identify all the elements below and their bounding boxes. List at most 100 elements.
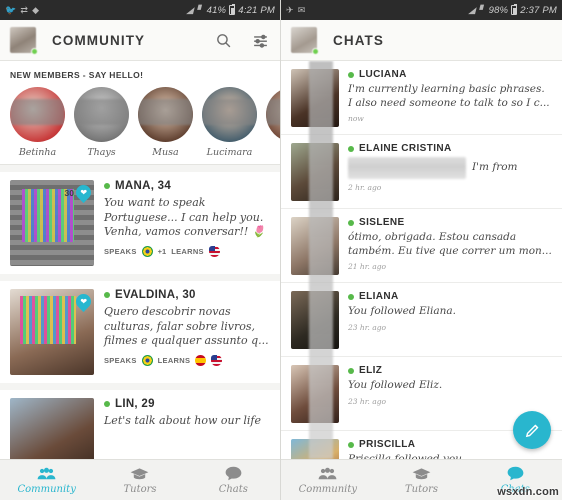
new-member-name: Betinha (18, 147, 57, 158)
new-members-heading: NEW MEMBERS - SAY HELLO! (10, 70, 144, 80)
person-card[interactable]: ❤ EVALDINA, 30 Quero descobrir novas cul… (0, 281, 280, 383)
online-dot-icon (31, 48, 38, 55)
online-status-icon (348, 145, 354, 152)
nav-item-tutors[interactable]: Tutors (375, 466, 469, 495)
status-notification-icons: ✈ ✉ (286, 5, 306, 16)
avatar[interactable] (291, 217, 339, 275)
page-title: COMMUNITY (52, 32, 146, 48)
user-avatar[interactable] (10, 27, 38, 55)
wifi-icon: ◢ (468, 4, 476, 15)
brazil-flag-icon (141, 245, 153, 257)
battery-icon (511, 4, 518, 15)
avatar[interactable] (291, 69, 339, 127)
graduation-cap-icon (375, 466, 469, 483)
speaks-label: SPEAKS (104, 355, 137, 365)
status-system-icons: ◢ ▘ 41% 4:21 PM (186, 4, 275, 16)
bottom-nav-left: Community Tutors Chats (0, 459, 280, 500)
speech-bubble-icon (187, 466, 280, 483)
new-member-item[interactable]: Betinha (10, 87, 65, 158)
privacy-blur (202, 99, 257, 126)
person-name: EVALDINA, 30 (115, 289, 196, 301)
privacy-pixelation (20, 295, 76, 345)
heart-icon[interactable]: ❤ (72, 290, 94, 313)
status-bar-right: ✈ ✉ ◢ ▘ 98% 2:37 PM (281, 0, 562, 20)
brazil-flag-icon (141, 354, 153, 366)
spain-flag-icon (195, 354, 207, 366)
avatar (10, 87, 65, 142)
chat-preview: I'm currently learning basic phrases. I … (348, 83, 550, 109)
new-members-carousel[interactable]: Betinha Thays Musa Lucimara (0, 87, 280, 158)
chat-item-info: SISLENE ótimo, obrigada. Estou cansada t… (348, 217, 552, 275)
compose-message-button[interactable] (513, 411, 551, 449)
avatar[interactable] (291, 143, 339, 201)
chat-contact-name: ELIANA (359, 291, 399, 302)
signal-icon: ▘ (196, 4, 204, 15)
status-bar-left: 🐦 ⇄ ◆ ◢ ▘ 41% 4:21 PM (0, 0, 280, 20)
wifi-icon: ◢ (186, 4, 194, 15)
dual-screenshot: 🐦 ⇄ ◆ ◢ ▘ 41% 4:21 PM COMMUNITY NEW MEMB… (0, 0, 562, 500)
online-status-icon (348, 367, 354, 374)
nav-label: Tutors (404, 483, 439, 495)
heart-icon[interactable]: ❤ (72, 181, 94, 204)
new-member-item[interactable]: Lucimara (202, 87, 257, 158)
nav-item-community[interactable]: Community (281, 466, 375, 495)
person-name: MANA, 34 (115, 180, 172, 192)
filter-icon[interactable] (251, 31, 270, 50)
chat-list-item[interactable]: ELIANA You followed Eliana. 23 hr. ago (281, 283, 562, 357)
chats-app-bar: CHATS (281, 20, 562, 61)
person-photo[interactable]: 30 ❤ (10, 180, 94, 266)
chat-contact-name: PRISCILLA (359, 439, 416, 450)
chat-preview-row: I'm from (348, 157, 552, 179)
person-bio: You want to speak Portuguese... I can he… (104, 196, 266, 239)
learns-label: LEARNS (171, 246, 204, 256)
person-photo[interactable] (10, 398, 94, 459)
nav-label: Chats (218, 483, 248, 495)
graduation-cap-icon (93, 466, 186, 483)
chat-item-info: ELIANA You followed Eliana. 23 hr. ago (348, 291, 552, 349)
chat-preview: You followed Eliana. (348, 305, 456, 317)
chat-list[interactable]: LUCIANA I'm currently learning basic phr… (281, 61, 562, 459)
chat-item-info: LUCIANA I'm currently learning basic phr… (348, 69, 552, 127)
community-list[interactable]: NEW MEMBERS - SAY HELLO! Betinha Thays M… (0, 61, 280, 459)
like-badge: ❤ (72, 290, 94, 313)
nav-item-community[interactable]: Community (0, 466, 93, 495)
chat-list-item[interactable]: LUCIANA I'm currently learning basic phr… (281, 61, 562, 135)
nav-label: Community (298, 483, 358, 495)
person-photo[interactable]: ❤ (10, 289, 94, 375)
sync-icon: ⇄ (20, 4, 29, 15)
nav-item-chats[interactable]: Chats (187, 466, 280, 495)
chat-timestamp: 2 hr. ago (348, 183, 382, 192)
nav-item-tutors[interactable]: Tutors (93, 466, 186, 495)
chat-contact-name: ELIZ (359, 365, 383, 376)
person-card[interactable]: 30 ❤ MANA, 34 You want to speak Portugue… (0, 172, 280, 274)
chat-contact-name: ELAINE CRISTINA (359, 143, 452, 154)
person-info: LIN, 29 Let's talk about how our life (104, 398, 270, 459)
chat-list-item[interactable]: ELAINE CRISTINA I'm from 2 hr. ago (281, 135, 562, 209)
online-dot-icon (312, 48, 319, 55)
avatar[interactable] (291, 291, 339, 349)
new-member-item[interactable]: Thays (74, 87, 129, 158)
search-icon[interactable] (214, 31, 233, 50)
like-badge: 30 ❤ (65, 181, 94, 204)
usa-flag-icon (211, 354, 223, 366)
online-status-icon (348, 293, 354, 300)
user-avatar[interactable] (291, 27, 319, 55)
chat-list-item[interactable]: SISLENE ótimo, obrigada. Estou cansada t… (281, 209, 562, 283)
usa-flag-icon (208, 245, 220, 257)
speaks-extra-count: +1 (157, 246, 167, 256)
new-member-item[interactable]: Musa (138, 87, 193, 158)
language-meta: SPEAKS +1 LEARNS (104, 245, 270, 257)
person-bio: Quero descobrir novas culturas, falar so… (104, 305, 269, 348)
online-status-icon (348, 219, 354, 226)
person-bio: Let's talk about how our life (104, 414, 261, 427)
chat-item-info: ELAINE CRISTINA I'm from 2 hr. ago (348, 143, 552, 201)
language-meta: SPEAKS LEARNS (104, 354, 270, 366)
new-member-name: Musa (152, 147, 179, 158)
avatar[interactable] (291, 365, 339, 423)
signal-icon: ▘ (478, 4, 486, 15)
chat-contact-name: SISLENE (359, 217, 405, 228)
avatar[interactable] (291, 439, 339, 459)
online-status-icon (348, 441, 354, 448)
person-card[interactable]: LIN, 29 Let's talk about how our life (0, 390, 280, 459)
new-member-item[interactable] (266, 87, 280, 158)
